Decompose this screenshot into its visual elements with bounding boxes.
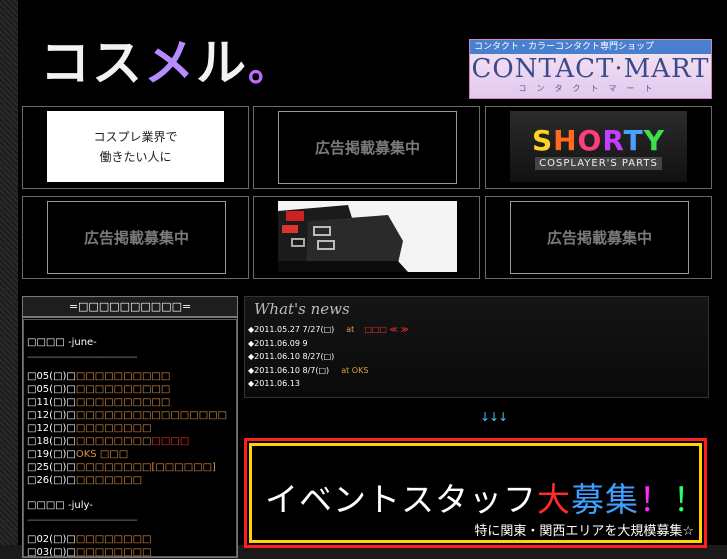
cosplay-banner-line2: 働きたい人に [99, 149, 172, 164]
news-title: What's news [254, 300, 350, 318]
ad-cell-recruit-3: 広告掲載募集中 [485, 196, 712, 279]
schedule-date: □05(□)□ [27, 371, 76, 382]
news-date: ◆2011.05.27 7/27(□) [248, 325, 335, 334]
schedule-date: □03(□)□ [27, 547, 76, 558]
contact-mart-subtitle: コンタクトマート [518, 84, 663, 93]
ad-recruit-banner[interactable]: 広告掲載募集中 [47, 201, 226, 274]
news-item[interactable]: ◆2011.06.10 8/7(□) at OKS [248, 364, 409, 378]
shorty-subtitle: COSPLAYER'S PARTS [535, 156, 662, 170]
news-date: ◆2011.06.09 9 [248, 338, 308, 348]
schedule-date: □18(□)□ [27, 436, 76, 447]
schedule-date: □05(□)□ [27, 384, 76, 395]
schedule-event-link[interactable]: OKS □□□ [76, 449, 128, 460]
schedule-highlight: □□□□ [151, 436, 190, 447]
site-logo[interactable]: コスメル。 [40, 38, 290, 88]
schedule-event-link[interactable]: □□□□□□□□□□ [76, 371, 170, 382]
schedule-date: □26(□)□ [27, 475, 76, 486]
event-title-big: 大 [537, 480, 571, 519]
schedule-event-link[interactable]: □□□□□□□□□□ [76, 397, 170, 408]
shorty-logo: SHORTY [531, 123, 666, 157]
news-extra: at OKS [341, 365, 369, 375]
ad-cell-cosplay: コスプレ業界で 働きたい人に [22, 106, 249, 189]
schedule-item[interactable]: □26(□)□□□□□□□□ [27, 474, 233, 487]
shorty-banner[interactable]: SHORTY COSPLAYER'S PARTS [510, 111, 687, 182]
schedule-date: □12(□)□ [27, 410, 76, 421]
whats-news-panel: What's news ◆2011.05.27 7/27(□) at □□□ ≪ ≫… [244, 296, 709, 398]
event-title-a: イベントスタッフ [265, 480, 537, 519]
schedule-event-link[interactable]: □□□□□□□□[□□□□□□] [76, 462, 216, 473]
event-banner-subtitle: 特に関東・関西エリアを大規模募集☆ [474, 524, 694, 539]
news-item[interactable]: ◆2011.05.27 7/27(□) at □□□ ≪ ≫ [248, 323, 409, 337]
schedule-event-link[interactable]: □□□□□□□□□□□□□□□□ [76, 410, 227, 421]
news-extra: at [346, 325, 355, 334]
ad-cell-recruit-2: 広告掲載募集中 [22, 196, 249, 279]
cosplay-banner-line1: コスプレ業界で [93, 129, 178, 144]
schedule-event-link[interactable]: □□□□□□□□ [76, 423, 152, 434]
boots-image[interactable] [278, 201, 457, 272]
divider: ----------------------------------------… [27, 515, 138, 526]
schedule-event-link[interactable]: □□□□□□□ [76, 475, 142, 486]
schedule-item[interactable]: □11(□)□□□□□□□□□□□ [27, 396, 233, 409]
schedule-date: □11(□)□ [27, 397, 76, 408]
contact-mart-title: CONTACT·MART [471, 54, 710, 84]
schedule-date: □19(□)□ [27, 449, 76, 460]
schedule-date: □25(□)□ [27, 462, 76, 473]
contact-mart-banner[interactable]: コンタクト・カラーコンタクト専門ショップ CONTACT·MART コンタクトマ… [469, 39, 712, 99]
month-heading-july: □□□□ -july- [27, 500, 93, 511]
sidebar-body: □□□□ -june- ----------------------------… [23, 319, 237, 559]
ad-recruit-banner[interactable]: 広告掲載募集中 [510, 201, 689, 274]
boots-icon [278, 201, 457, 272]
schedule-item[interactable]: □12(□)□□□□□□□□□□□□□□□□□ [27, 409, 233, 422]
schedule-item[interactable]: □19(□)□OKS □□□ [27, 448, 233, 461]
schedule-item[interactable]: □05(□)□□□□□□□□□□□ [27, 370, 233, 383]
logo-text-b: メ [144, 34, 196, 92]
schedule-date: □02(□)□ [27, 534, 76, 545]
event-banner-title: イベントスタッフ大募集！！ [265, 473, 707, 521]
schedule-item[interactable]: □12(□)□□□□□□□□□ [27, 422, 233, 435]
schedule-event-link[interactable]: □□□□□□□□□□ [76, 384, 170, 395]
event-staff-banner[interactable]: イベントスタッフ大募集！！ 特に関東・関西エリアを大規模募集☆ [244, 438, 707, 548]
july-event-list: □02(□)□□□□□□□□□ □03(□)□□□□□□□□□ [27, 533, 233, 559]
month-heading-june: □□□□ -june- [27, 337, 97, 348]
contact-mart-tagline: コンタクト・カラーコンタクト専門ショップ [470, 40, 711, 54]
news-item[interactable]: ◆2011.06.13 [248, 377, 409, 391]
event-title-recruit: 募集 [571, 480, 639, 519]
news-list: ◆2011.05.27 7/27(□) at □□□ ≪ ≫ ◆2011.06.09 … [248, 323, 409, 391]
ad-cell-shoes [253, 196, 480, 279]
news-date: ◆2011.06.13 [248, 379, 300, 388]
schedule-event-link[interactable]: □□□□□□□□ [76, 547, 152, 558]
schedule-event-link[interactable]: □□□□□□□□ [76, 436, 152, 447]
cosplay-job-banner[interactable]: コスプレ業界で 働きたい人に [47, 111, 224, 182]
scroll-down-arrows: ↓↓↓ [480, 410, 508, 424]
schedule-date: □12(□)□ [27, 423, 76, 434]
sidebar-header: =□□□□□□□□□□= [23, 297, 237, 318]
news-date: ◆2011.06.10 8/7(□) [248, 365, 330, 375]
news-highlight: □□□ ≪ ≫ [364, 325, 409, 334]
schedule-item[interactable]: □18(□)□□□□□□□□□□□□□ [27, 435, 233, 448]
ad-recruit-banner[interactable]: 広告掲載募集中 [278, 111, 457, 184]
news-date: ◆2011.06.10 8/27(□) [248, 352, 335, 361]
schedule-item[interactable]: □25(□)□□□□□□□□□[□□□□□□] [27, 461, 233, 474]
schedule-event-link[interactable]: □□□□□□□□ [76, 534, 152, 545]
ad-cell-shorty: SHORTY COSPLAYER'S PARTS [485, 106, 712, 189]
schedule-item[interactable]: □03(□)□□□□□□□□□ [27, 546, 233, 559]
divider: ----------------------------------------… [27, 352, 138, 363]
logo-text-a: コス [40, 34, 144, 92]
news-item[interactable]: ◆2011.06.09 9 [248, 337, 409, 351]
event-schedule-sidebar: =□□□□□□□□□□= □□□□ -june- ---------------… [22, 296, 238, 558]
logo-text-c: ル [196, 34, 248, 92]
news-item[interactable]: ◆2011.06.10 8/27(□) [248, 350, 409, 364]
schedule-item[interactable]: □02(□)□□□□□□□□□ [27, 533, 233, 546]
logo-dot: 。 [248, 44, 290, 90]
ad-cell-recruit-1: 広告掲載募集中 [253, 106, 480, 189]
event-title-exclaim-1: ！ [639, 480, 673, 519]
june-event-list: □05(□)□□□□□□□□□□□ □05(□)□□□□□□□□□□□ □11(□)… [27, 370, 233, 487]
schedule-item[interactable]: □05(□)□□□□□□□□□□□ [27, 383, 233, 396]
event-title-exclaim-2: ！ [673, 480, 707, 519]
